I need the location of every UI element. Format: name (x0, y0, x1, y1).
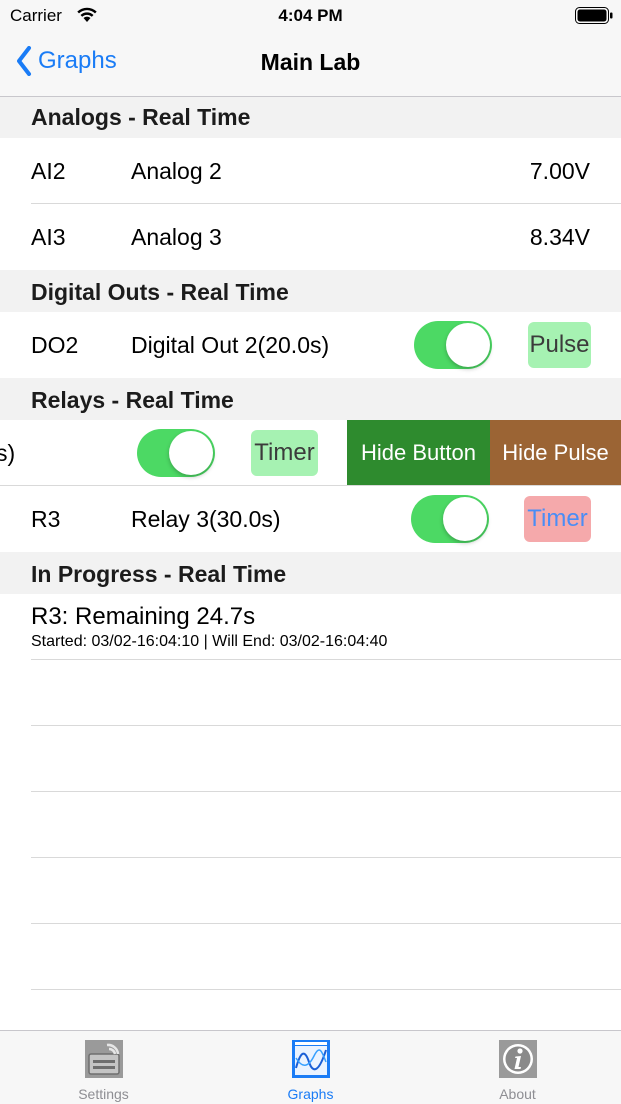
battery-icon (575, 7, 613, 24)
analog-code: AI2 (31, 158, 66, 184)
graphs-icon (292, 1040, 330, 1078)
section-header-digital-outs: Digital Outs - Real Time (0, 270, 621, 312)
empty-row (0, 792, 621, 858)
status-bar: Carrier 4:04 PM (0, 0, 621, 32)
analog-name: Analog 3 (131, 224, 222, 250)
progress-times: Started: 03/02-16:04:10 | Will End: 03/0… (31, 633, 388, 650)
analog-name: Analog 2 (131, 158, 222, 184)
hide-button-action[interactable]: Hide Button (347, 420, 490, 486)
relay-toggle[interactable] (411, 495, 489, 543)
analog-row-ai2[interactable]: AI2 Analog 2 7.00V (0, 138, 621, 204)
tab-about[interactable]: About (414, 1031, 621, 1104)
timer-button[interactable]: Timer (251, 430, 318, 476)
empty-row (0, 660, 621, 726)
empty-row (0, 924, 621, 990)
pulse-button[interactable]: Pulse (528, 322, 591, 368)
section-header-in-progress: In Progress - Real Time (0, 552, 621, 594)
tab-bar: Settings Graphs About (0, 1030, 621, 1104)
status-time: 4:04 PM (278, 6, 343, 25)
digital-out-toggle[interactable] (414, 321, 492, 369)
relay-name: Relay 3(30.0s) (131, 506, 281, 532)
relay-row-r3[interactable]: R3 Relay 3(30.0s) Timer (0, 486, 621, 552)
page-title: Main Lab (260, 49, 361, 75)
relay-code: R3 (31, 506, 61, 532)
section-header-relays: Relays - Real Time (0, 378, 621, 420)
tab-label: Settings (78, 1086, 129, 1102)
relay-name-truncated: s) (0, 440, 16, 466)
progress-remaining: R3: Remaining 24.7s (31, 603, 256, 630)
timer-button-active[interactable]: Timer (524, 496, 591, 542)
settings-icon (85, 1040, 123, 1078)
relay-row-swiped[interactable]: s) Timer Hide Button Hide Pulse (0, 420, 621, 486)
progress-item[interactable]: R3: Remaining 24.7s Started: 03/02-16:04… (0, 594, 621, 660)
analog-code: AI3 (31, 224, 66, 250)
hide-pulse-action[interactable]: Hide Pulse (490, 420, 621, 486)
about-icon (499, 1040, 537, 1078)
analog-row-ai3[interactable]: AI3 Analog 3 8.34V (0, 204, 621, 270)
relay-toggle[interactable] (137, 429, 215, 477)
analog-value: 7.00V (529, 158, 590, 184)
digital-out-row-do2[interactable]: DO2 Digital Out 2(20.0s) Pulse (0, 312, 621, 378)
tab-label: About (499, 1086, 536, 1102)
navigation-bar: Graphs Main Lab (0, 32, 621, 97)
tab-settings[interactable]: Settings (0, 1031, 207, 1104)
section-header-analogs: Analogs - Real Time (0, 97, 621, 138)
empty-row (0, 726, 621, 792)
tab-graphs[interactable]: Graphs (207, 1031, 414, 1104)
empty-row (0, 858, 621, 924)
analog-value: 8.34V (529, 224, 590, 250)
digital-out-code: DO2 (31, 332, 79, 358)
digital-out-name: Digital Out 2(20.0s) (131, 332, 330, 358)
tab-label: Graphs (287, 1086, 334, 1102)
